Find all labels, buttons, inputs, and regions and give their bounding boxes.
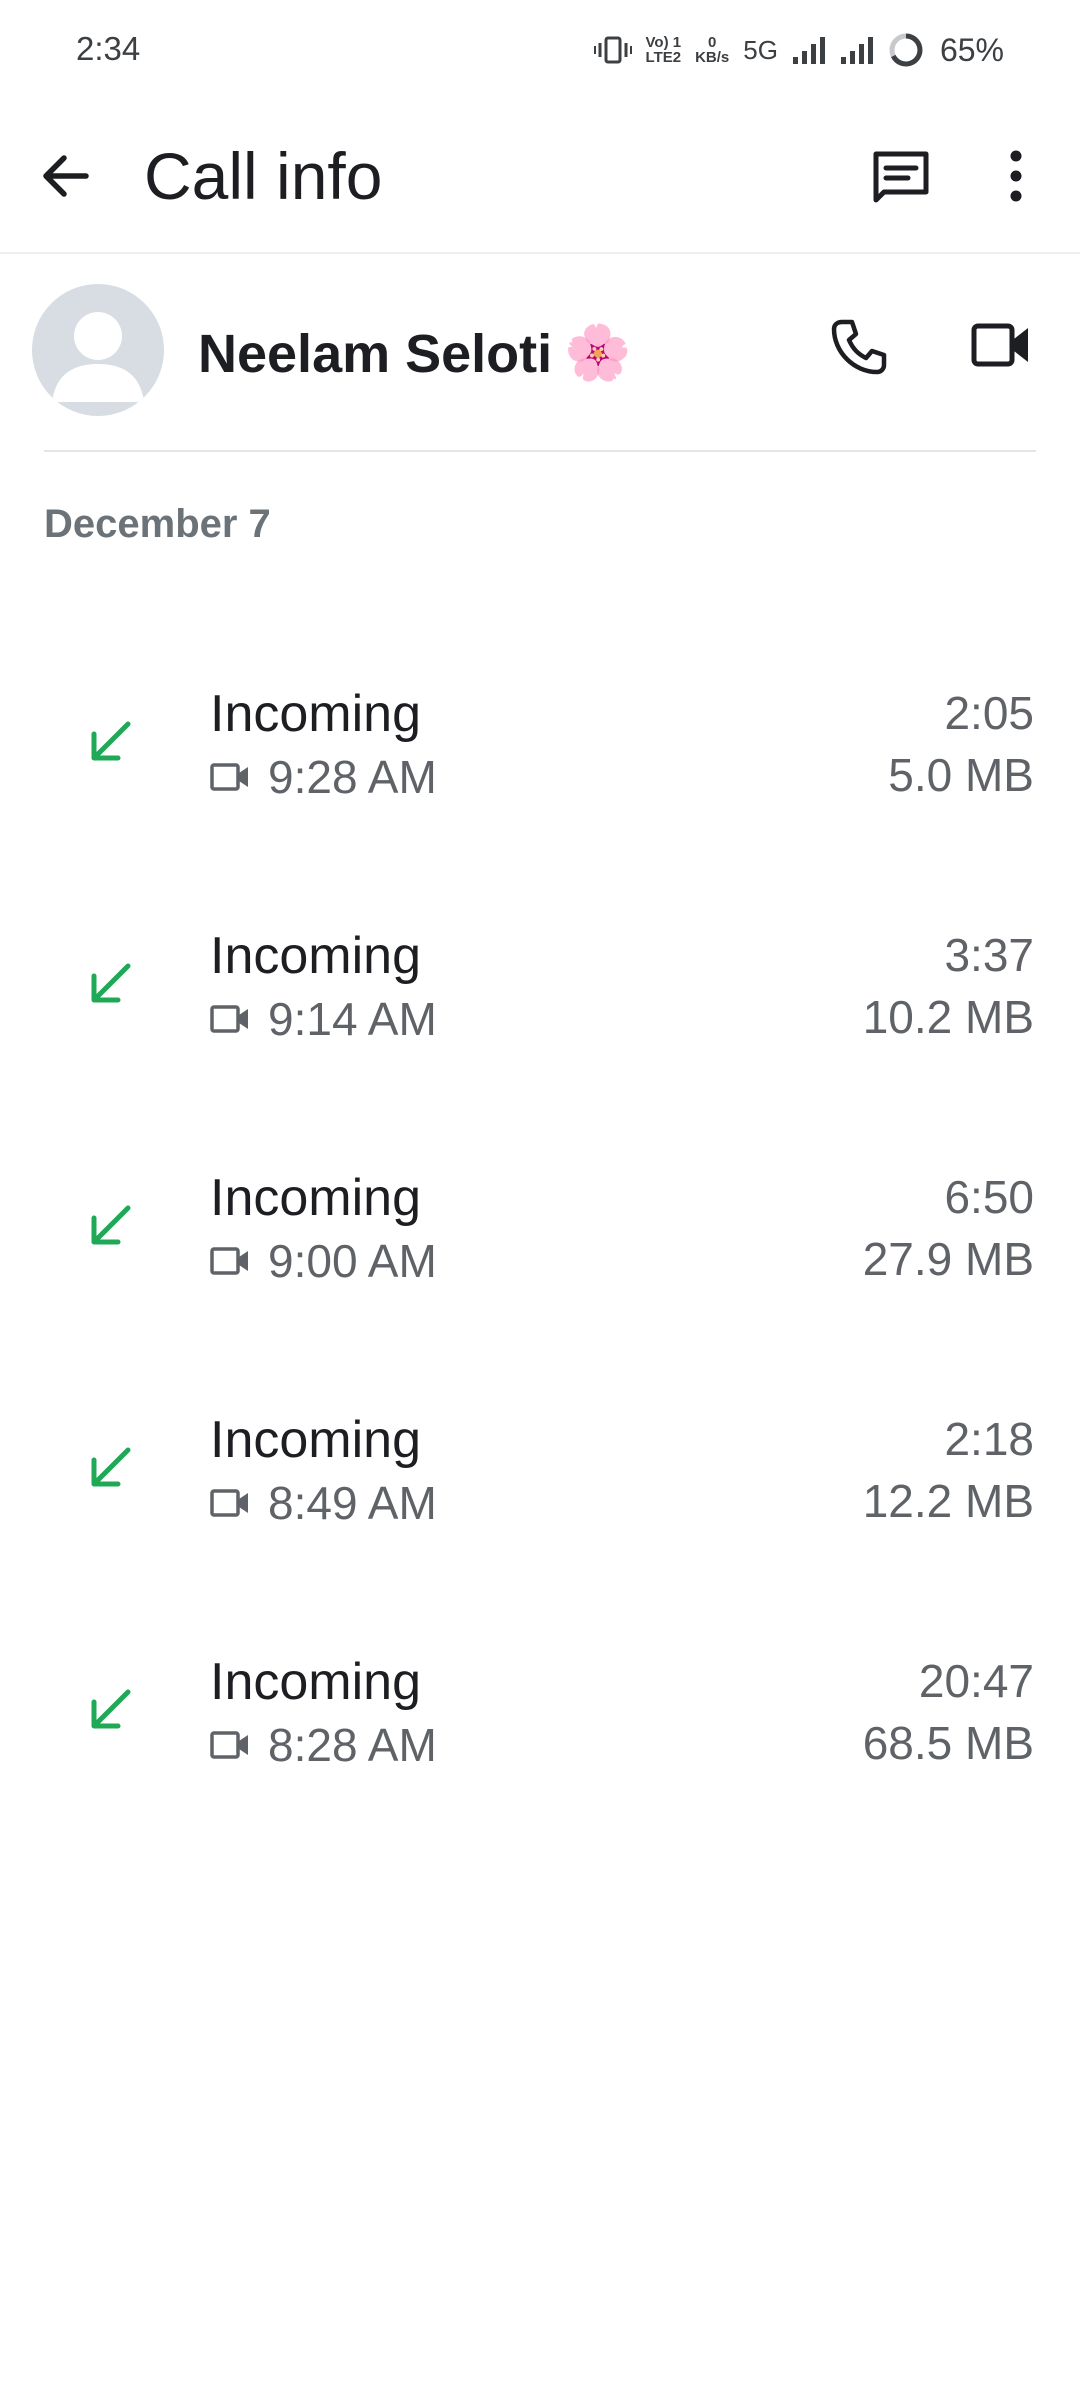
- default-avatar-icon: [52, 312, 144, 402]
- contact-header[interactable]: Neelam Seloti 🌸: [0, 254, 1080, 452]
- video-call-icon: [210, 1489, 248, 1517]
- call-time: 9:14 AM: [268, 993, 437, 1045]
- call-duration: 20:47: [918, 1655, 1034, 1707]
- volte-indicator: Vo) 1 LTE2: [645, 34, 682, 66]
- contact-name: Neelam Seloti 🌸: [198, 322, 631, 385]
- app-bar: Call info: [0, 100, 1080, 254]
- battery-percent: 65%: [939, 31, 1004, 68]
- call-list: Incoming 9:28 AM 2:05 5.0 MB Incoming 9:…: [0, 650, 1080, 1860]
- call-details: 8:28 AM: [210, 1718, 437, 1772]
- voice-call-button[interactable]: [828, 316, 890, 378]
- signal-icon: [792, 35, 826, 65]
- network-type: 5G: [743, 34, 778, 65]
- call-direction: Incoming: [210, 685, 421, 743]
- incoming-arrow-icon: [91, 963, 131, 1003]
- call-details: 9:00 AM: [210, 1234, 437, 1288]
- call-details: 8:49 AM: [210, 1476, 437, 1530]
- call-duration: 6:50: [944, 1171, 1034, 1223]
- incoming-arrow-icon: [91, 1447, 131, 1487]
- video-call-icon: [210, 1247, 248, 1275]
- video-call-icon: [210, 1005, 248, 1033]
- call-data-size: 10.2 MB: [862, 991, 1034, 1043]
- call-time: 9:28 AM: [268, 751, 437, 803]
- battery-icon: [888, 32, 924, 68]
- message-button[interactable]: [866, 144, 936, 208]
- phone-icon: [831, 319, 887, 375]
- cherry-blossom-emoji: 🌸: [564, 323, 632, 383]
- videocam-icon: [971, 323, 1028, 367]
- signal-icon: [840, 35, 874, 65]
- video-call-icon: [210, 1731, 248, 1759]
- video-call-icon: [210, 763, 248, 791]
- call-data-size: 27.9 MB: [862, 1233, 1034, 1285]
- vibrate-icon: [593, 35, 632, 65]
- call-log-item[interactable]: Incoming 9:00 AM 6:50 27.9 MB: [0, 1134, 1080, 1376]
- call-direction: Incoming: [210, 1169, 421, 1227]
- video-call-button[interactable]: [970, 320, 1032, 370]
- incoming-arrow-icon: [91, 1205, 131, 1245]
- call-duration: 2:05: [944, 687, 1034, 739]
- page-title: Call info: [144, 139, 383, 213]
- call-details: 9:28 AM: [210, 750, 437, 804]
- call-time: 9:00 AM: [268, 1235, 437, 1287]
- divider: [44, 450, 1036, 452]
- call-details: 9:14 AM: [210, 992, 437, 1046]
- call-data-size: 5.0 MB: [888, 749, 1034, 801]
- call-time: 8:28 AM: [268, 1719, 437, 1771]
- status-bar: 2:34 Vo) 1 LTE2 0 KB/s 5G 65%: [0, 0, 1080, 100]
- more-options-button[interactable]: [992, 144, 1040, 208]
- incoming-arrow-icon: [91, 1689, 131, 1729]
- call-direction: Incoming: [210, 1653, 421, 1711]
- incoming-arrow-icon: [91, 721, 131, 761]
- network-speed: 0 KB/s: [695, 34, 730, 66]
- call-log-item[interactable]: Incoming 9:14 AM 3:37 10.2 MB: [0, 892, 1080, 1134]
- call-time: 8:49 AM: [268, 1477, 437, 1529]
- more-vert-icon: [1010, 150, 1022, 202]
- message-icon: [873, 151, 929, 203]
- avatar[interactable]: [32, 284, 164, 416]
- status-time: 2:34: [76, 30, 141, 67]
- call-data-size: 68.5 MB: [862, 1717, 1034, 1769]
- back-button[interactable]: [36, 146, 96, 206]
- call-duration: 2:18: [944, 1413, 1034, 1465]
- call-direction: Incoming: [210, 927, 421, 985]
- call-direction: Incoming: [210, 1411, 421, 1469]
- date-header: December 7: [44, 502, 271, 546]
- contact-name-text: Neelam Seloti: [198, 323, 553, 384]
- call-log-item[interactable]: Incoming 8:49 AM 2:18 12.2 MB: [0, 1376, 1080, 1618]
- call-log-item[interactable]: Incoming 9:28 AM 2:05 5.0 MB: [0, 650, 1080, 892]
- call-duration: 3:37: [944, 929, 1034, 981]
- call-log-item[interactable]: Incoming 8:28 AM 20:47 68.5 MB: [0, 1618, 1080, 1860]
- arrow-back-icon: [43, 155, 89, 197]
- call-data-size: 12.2 MB: [862, 1475, 1034, 1527]
- status-icons: Vo) 1 LTE2 0 KB/s 5G 65%: [593, 26, 1004, 74]
